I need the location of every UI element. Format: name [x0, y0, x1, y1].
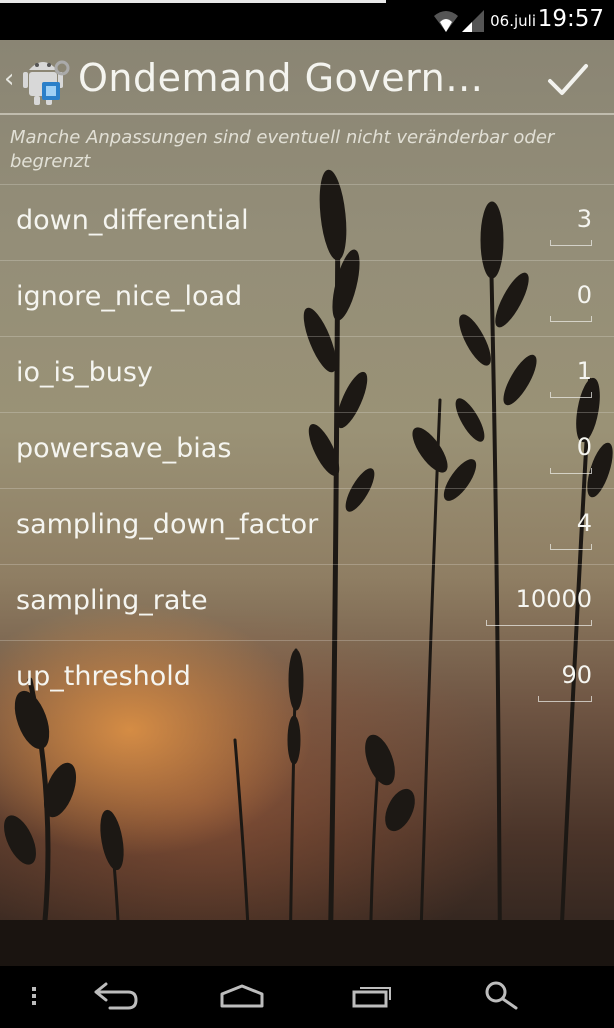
status-bar: 06.juli 19:57 — [0, 0, 614, 40]
setting-value-input[interactable]: 0 — [577, 281, 592, 309]
setting-label: sampling_rate — [16, 585, 208, 616]
page-title: Ondemand Govern… — [78, 56, 484, 100]
input-underline — [550, 392, 592, 398]
top-progress-bar — [0, 0, 386, 3]
setting-value-input[interactable]: 10000 — [516, 585, 592, 613]
input-underline — [486, 620, 592, 626]
setting-row-sampling-down-factor[interactable]: sampling_down_factor 4 — [0, 488, 614, 564]
chevron-left-icon[interactable]: ‹ — [4, 64, 14, 94]
checkmark-icon — [548, 64, 588, 95]
recent-apps-icon[interactable] — [344, 966, 404, 1024]
setting-row-up-threshold[interactable]: up_threshold 90 — [0, 640, 614, 716]
input-underline — [550, 544, 592, 550]
input-underline — [550, 240, 592, 246]
setting-value-input[interactable]: 1 — [577, 357, 592, 385]
setting-value-input[interactable]: 3 — [577, 205, 592, 233]
setting-label: sampling_down_factor — [16, 509, 319, 540]
wifi-icon — [434, 11, 458, 32]
signal-icon — [462, 10, 484, 32]
setting-label: down_differential — [16, 205, 249, 236]
status-date: 06.juli — [490, 12, 536, 30]
setting-label: up_threshold — [16, 661, 191, 692]
setting-row-down-differential[interactable]: down_differential 3 — [0, 184, 614, 260]
home-icon[interactable] — [212, 966, 272, 1024]
notice-text: Manche Anpassungen sind eventuell nicht … — [10, 127, 555, 172]
status-icons — [432, 8, 486, 38]
confirm-button[interactable] — [540, 54, 596, 106]
action-bar: ‹ Ondemand Govern… — [0, 40, 614, 120]
setting-label: ignore_nice_load — [16, 281, 243, 312]
back-icon[interactable] — [86, 966, 146, 1024]
status-time: 19:57 — [537, 6, 604, 32]
setting-label: powersave_bias — [16, 433, 232, 464]
setting-value-input[interactable]: 0 — [577, 433, 592, 461]
setting-label: io_is_busy — [16, 357, 153, 388]
setting-value-input[interactable]: 90 — [561, 661, 592, 689]
search-icon[interactable] — [472, 966, 532, 1024]
setting-value-input[interactable]: 4 — [577, 509, 592, 537]
setting-row-io-is-busy[interactable]: io_is_busy 1 — [0, 336, 614, 412]
action-bar-divider — [0, 113, 614, 115]
navigation-bar — [0, 966, 614, 1024]
setting-row-ignore-nice-load[interactable]: ignore_nice_load 0 — [0, 260, 614, 336]
setting-row-sampling-rate[interactable]: sampling_rate 10000 — [0, 564, 614, 640]
android-robot-icon[interactable] — [20, 54, 70, 110]
input-underline — [550, 468, 592, 474]
menu-dots-icon[interactable] — [14, 966, 54, 1024]
settings-list: down_differential 3 ignore_nice_load 0 i… — [0, 184, 614, 716]
setting-row-powersave-bias[interactable]: powersave_bias 0 — [0, 412, 614, 488]
input-underline — [550, 316, 592, 322]
input-underline — [538, 696, 592, 702]
